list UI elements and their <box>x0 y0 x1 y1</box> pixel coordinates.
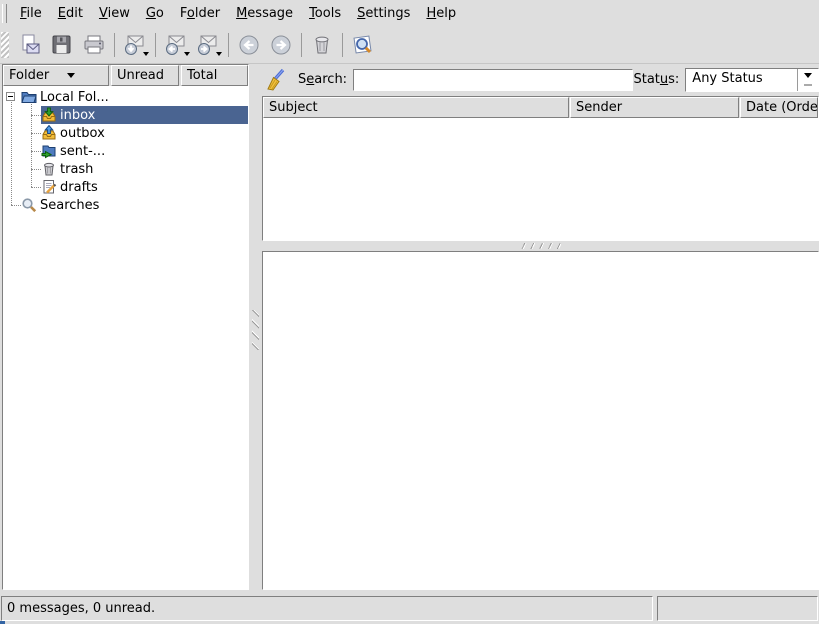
dropdown-caret-icon <box>216 52 222 59</box>
status-bar: 0 messages, 0 unread. <box>0 596 819 621</box>
drafts-icon <box>41 179 57 195</box>
folder-open-icon <box>21 89 37 105</box>
nav-back-icon <box>237 33 261 57</box>
print-button[interactable] <box>78 30 110 60</box>
toolbar-separator <box>301 33 302 57</box>
main-toolbar <box>0 27 819 64</box>
menu-view[interactable]: View <box>91 3 138 24</box>
folder-tree: Local Fol... inbox outbox sent-... <box>3 86 248 589</box>
toolbar-grip[interactable] <box>1 32 9 58</box>
chevron-down-icon <box>804 73 812 82</box>
menu-help[interactable]: Help <box>418 3 464 24</box>
print-icon <box>82 33 106 57</box>
column-header-folder[interactable]: Folder <box>3 65 109 86</box>
menu-message[interactable]: Message <box>228 3 301 24</box>
forward-nav-button[interactable] <box>265 30 297 60</box>
check-mail-button[interactable] <box>119 30 151 60</box>
toolbar-separator <box>342 33 343 57</box>
folder-label: inbox <box>60 108 95 123</box>
reply-button[interactable] <box>160 30 192 60</box>
folder-item-local-folders[interactable]: Local Fol... <box>3 88 248 106</box>
folder-label: Searches <box>40 198 99 213</box>
folder-item-searches[interactable]: Searches <box>3 196 248 214</box>
status-dropdown-value: Any Status <box>686 69 797 91</box>
column-header-subject[interactable]: Subject <box>263 97 569 118</box>
trash-button[interactable] <box>306 30 338 60</box>
quick-search-bar: Search: Status: Any Status <box>262 64 819 95</box>
dropdown-caret-icon <box>143 52 149 59</box>
status-dropdown[interactable]: Any Status <box>685 68 819 92</box>
kmail-window: File Edit View Go Folder Message Tools S… <box>0 0 819 624</box>
dropdown-caret-icon <box>184 52 190 59</box>
status-bar-right-section <box>657 596 818 621</box>
menu-bar: File Edit View Go Folder Message Tools S… <box>0 0 819 27</box>
folder-item-drafts[interactable]: drafts <box>3 178 248 196</box>
outbox-icon <box>41 125 57 141</box>
clear-search-broom-icon[interactable] <box>264 67 290 93</box>
folder-label: drafts <box>60 180 98 195</box>
combo-dash <box>804 84 812 86</box>
new-message-button[interactable] <box>14 30 46 60</box>
status-label: Status: <box>633 72 679 87</box>
folder-list-header: Folder Unread Total <box>3 65 248 86</box>
status-message: 0 messages, 0 unread. <box>1 596 653 621</box>
search-label: Search: <box>298 72 347 87</box>
folder-label: trash <box>60 162 93 177</box>
sent-mail-icon <box>41 143 57 159</box>
new-message-icon <box>18 33 42 57</box>
find-button[interactable] <box>347 30 379 60</box>
panel-splitter-horizontal[interactable] <box>262 241 819 251</box>
column-header-total[interactable]: Total <box>181 65 248 86</box>
folder-label: outbox <box>60 126 105 141</box>
menu-tools[interactable]: Tools <box>301 3 349 24</box>
menu-edit[interactable]: Edit <box>50 3 91 24</box>
find-icon <box>351 33 375 57</box>
forward-button[interactable] <box>192 30 224 60</box>
splitter-grip <box>252 310 259 350</box>
inbox-icon <box>41 107 57 123</box>
panel-splitter-vertical[interactable] <box>249 64 262 590</box>
message-list-body <box>263 118 818 240</box>
folder-item-sent-mail[interactable]: sent-... <box>3 142 248 160</box>
trash-folder-icon <box>41 161 57 177</box>
menu-go[interactable]: Go <box>138 3 172 24</box>
message-list-header: Subject Sender Date (Order of Arrival) <box>263 97 818 118</box>
column-header-date[interactable]: Date (Order of Arrival) <box>740 97 818 118</box>
trash-icon <box>310 33 334 57</box>
folder-label: Local Fol... <box>40 90 109 105</box>
column-header-unread[interactable]: Unread <box>111 65 179 86</box>
folder-item-outbox[interactable]: outbox <box>3 124 248 142</box>
back-button[interactable] <box>233 30 265 60</box>
folder-item-inbox[interactable]: inbox <box>3 106 248 124</box>
collapse-expander-icon[interactable] <box>6 92 15 101</box>
nav-forward-icon <box>269 33 293 57</box>
menu-file[interactable]: File <box>12 3 50 24</box>
search-folder-icon <box>21 197 37 213</box>
message-preview-pane <box>262 251 819 590</box>
status-dropdown-button[interactable] <box>797 69 818 91</box>
toolbar-separator <box>228 33 229 57</box>
menu-settings[interactable]: Settings <box>349 3 418 24</box>
folder-tree-panel: Folder Unread Total Local Fol... <box>2 64 249 590</box>
column-header-sender[interactable]: Sender <box>570 97 739 118</box>
folder-item-trash[interactable]: trash <box>3 160 248 178</box>
menu-folder[interactable]: Folder <box>172 3 228 24</box>
folder-label: sent-... <box>60 144 105 159</box>
menubar-grip[interactable] <box>2 4 7 23</box>
save-icon <box>50 33 74 57</box>
save-button[interactable] <box>46 30 78 60</box>
splitter-grip <box>521 243 561 249</box>
search-input[interactable] <box>353 69 633 91</box>
toolbar-separator <box>114 33 115 57</box>
toolbar-separator <box>155 33 156 57</box>
message-list-panel: Subject Sender Date (Order of Arrival) <box>262 96 819 241</box>
sort-down-icon <box>67 73 75 82</box>
